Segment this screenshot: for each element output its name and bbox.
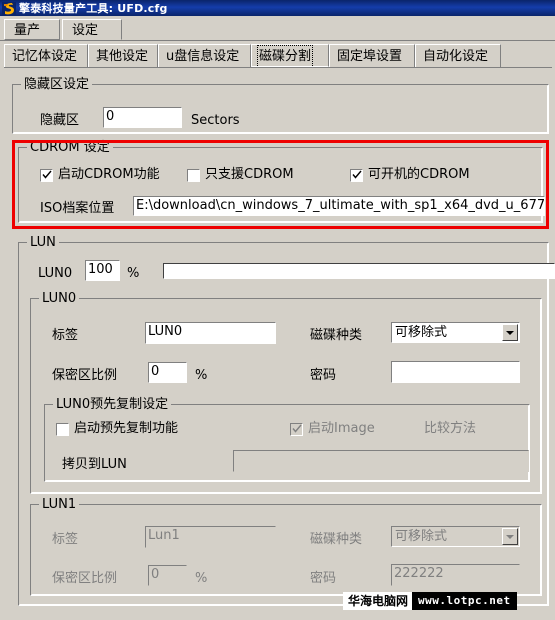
window-title: 擎泰科技量产工具: UFD.cfg bbox=[19, 2, 168, 15]
tab-strip: 记忆体设定 其他设定 u盘信息设定 磁碟分割 固定埠设置 自动化设定 bbox=[4, 44, 552, 68]
watermark-site-name: 华海电脑网 bbox=[343, 592, 413, 610]
lun0-disk-type-value: 可移除式 bbox=[395, 325, 448, 340]
check-mark-icon bbox=[352, 170, 362, 179]
lun1-secure-ratio-input: 0 bbox=[148, 565, 187, 586]
cdrom-enable-label: 启动CDROM功能 bbox=[58, 167, 160, 182]
watermark: 华海电脑网 www.lotpc.net bbox=[343, 592, 517, 610]
lun0-tag-label: 标签 bbox=[52, 328, 79, 343]
lun1-disk-type-value: 可移除式 bbox=[395, 529, 448, 544]
lun0-precopy-enable-label: 启动预先复制功能 bbox=[74, 421, 179, 436]
app-logo-icon bbox=[2, 1, 16, 15]
cdrom-group-title: CDROM 设定 bbox=[27, 140, 113, 155]
menu-divider bbox=[0, 40, 555, 41]
tab-automation-settings-label: 自动化设定 bbox=[423, 49, 489, 64]
hidden-area-group-title: 隐藏区设定 bbox=[21, 77, 93, 92]
lun0-precopy-enable-checkbox[interactable]: 启动预先复制功能 bbox=[56, 421, 178, 437]
cdrom-enable-checkbox[interactable]: 启动CDROM功能 bbox=[40, 167, 160, 183]
menu-tab-strip: 量产 设定 bbox=[0, 16, 555, 42]
lun0-group-title: LUN0 bbox=[39, 291, 80, 306]
checkbox-box-icon bbox=[350, 168, 363, 182]
lun1-tag-input: Lun1 bbox=[145, 526, 276, 548]
lun0-copyto-lun-input bbox=[233, 450, 529, 472]
iso-path-input[interactable]: E:\download\cn_windows_7_ultimate_with_s… bbox=[133, 196, 545, 216]
lun1-disk-type-select: 可移除式 bbox=[391, 526, 520, 547]
hidden-area-label: 隐藏区 bbox=[40, 113, 80, 128]
tab-other-settings-label: 其他设定 bbox=[96, 49, 149, 64]
menu-tab-production[interactable]: 量产 bbox=[4, 19, 60, 40]
checkbox-box-icon bbox=[56, 422, 69, 436]
lun0-copyto-lun-label: 拷贝到LUN bbox=[62, 457, 127, 472]
lun0-secure-ratio-input[interactable]: 0 bbox=[148, 362, 187, 383]
lun1-password-input: 222222 bbox=[391, 564, 520, 586]
tab-other-settings[interactable]: 其他设定 bbox=[88, 44, 158, 67]
watermark-site-url: www.lotpc.net bbox=[412, 592, 517, 610]
lun0-password-input[interactable] bbox=[391, 361, 520, 383]
hidden-area-sectors-input[interactable]: 0 bbox=[103, 107, 182, 128]
lun0-precopy-group-title: LUN0预先复制设定 bbox=[53, 397, 172, 412]
tab-divider bbox=[4, 67, 552, 68]
check-mark-icon bbox=[292, 424, 302, 433]
lun0-tag-input[interactable]: LUN0 bbox=[145, 322, 276, 344]
checkbox-box-icon bbox=[40, 168, 53, 182]
lun0-percent-sign: % bbox=[127, 266, 140, 281]
cdrom-bootable-label: 可开机的CDROM bbox=[368, 167, 470, 182]
lun1-secure-percent-sign: % bbox=[195, 571, 208, 586]
iso-path-label: ISO档案位置 bbox=[40, 201, 115, 216]
checkbox-box-icon bbox=[290, 422, 303, 436]
lun0-precopy-image-label: 启动Image bbox=[308, 421, 375, 436]
application-window: 擎泰科技量产工具: UFD.cfg 量产 设定 记忆体设定 其他设定 u盘信息设… bbox=[0, 0, 555, 620]
lun0-size-slider[interactable] bbox=[163, 263, 555, 279]
lun0-percent-input[interactable]: 100 bbox=[85, 260, 120, 281]
chevron-down-icon bbox=[502, 528, 518, 545]
tab-memory-settings-label: 记忆体设定 bbox=[12, 49, 78, 64]
tab-fixed-port-settings[interactable]: 固定埠设置 bbox=[329, 44, 415, 67]
lun1-disk-type-label: 磁碟种类 bbox=[310, 532, 363, 547]
tab-udisk-info-settings[interactable]: u盘信息设定 bbox=[158, 44, 251, 67]
menu-tab-settings-label: 设定 bbox=[72, 23, 99, 38]
tab-memory-settings[interactable]: 记忆体设定 bbox=[4, 44, 88, 67]
menu-tab-settings[interactable]: 设定 bbox=[62, 19, 122, 40]
lun0-disk-type-label: 磁碟种类 bbox=[310, 328, 363, 343]
title-bar: 擎泰科技量产工具: UFD.cfg bbox=[0, 0, 555, 16]
lun0-password-label: 密码 bbox=[310, 368, 337, 383]
lun0-percent-label: LUN0 bbox=[38, 266, 73, 281]
tab-disk-partition-label: 磁碟分割 bbox=[256, 45, 314, 68]
lun0-precopy-compare-label: 比较方法 bbox=[424, 421, 477, 436]
menu-tab-production-label: 量产 bbox=[14, 23, 41, 38]
check-mark-icon bbox=[42, 170, 52, 179]
chevron-down-icon[interactable] bbox=[502, 324, 518, 341]
tab-udisk-info-settings-label: u盘信息设定 bbox=[166, 49, 240, 64]
lun1-secure-ratio-label: 保密区比例 bbox=[52, 571, 118, 586]
lun-group-title: LUN bbox=[27, 235, 59, 250]
tab-automation-settings[interactable]: 自动化设定 bbox=[415, 44, 501, 67]
lun1-tag-label: 标签 bbox=[52, 532, 79, 547]
cdrom-only-support-checkbox[interactable]: 只支援CDROM bbox=[187, 167, 294, 183]
hidden-area-unit-label: Sectors bbox=[191, 113, 240, 128]
cdrom-only-support-label: 只支援CDROM bbox=[205, 167, 294, 182]
lun0-secure-percent-sign: % bbox=[195, 368, 208, 383]
checkbox-box-icon bbox=[187, 168, 200, 182]
tab-disk-partition[interactable]: 磁碟分割 bbox=[251, 44, 329, 68]
lun1-password-label: 密码 bbox=[310, 571, 337, 586]
lun0-secure-ratio-label: 保密区比例 bbox=[52, 368, 118, 383]
lun0-precopy-image-checkbox: 启动Image bbox=[290, 421, 375, 437]
tab-fixed-port-settings-label: 固定埠设置 bbox=[337, 49, 403, 64]
lun1-group-title: LUN1 bbox=[39, 497, 80, 512]
hidden-area-group: 隐藏区设定 bbox=[12, 77, 549, 134]
lun0-disk-type-select[interactable]: 可移除式 bbox=[391, 322, 520, 343]
cdrom-bootable-checkbox[interactable]: 可开机的CDROM bbox=[350, 167, 470, 183]
